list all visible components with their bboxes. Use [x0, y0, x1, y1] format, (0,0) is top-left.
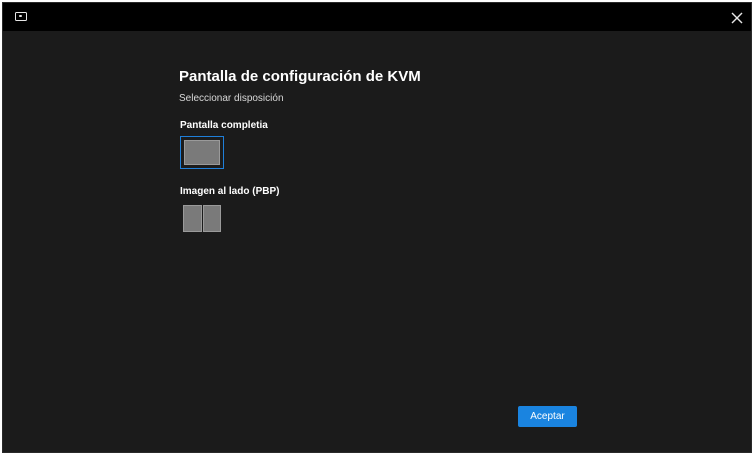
- pbp-left-panel: [183, 205, 202, 232]
- accept-button[interactable]: Aceptar: [518, 406, 577, 427]
- full-screen-layout-icon: [184, 140, 220, 165]
- title-bar: [3, 3, 751, 31]
- full-screen-label: Pantalla completia: [180, 120, 268, 131]
- pbp-label: Imagen al lado (PBP): [180, 186, 280, 197]
- monitor-icon: [15, 12, 27, 21]
- main-content: Pantalla de configuración de KVM Selecci…: [179, 67, 599, 105]
- page-title: Pantalla de configuración de KVM: [179, 68, 421, 85]
- pbp-right-panel: [202, 205, 221, 232]
- close-icon[interactable]: [729, 10, 745, 26]
- page-subtitle: Seleccionar disposición: [179, 93, 284, 104]
- pbp-layout-option[interactable]: [180, 202, 224, 235]
- full-screen-layout-option[interactable]: [180, 136, 224, 169]
- kvm-setup-window: Pantalla de configuración de KVM Selecci…: [2, 2, 752, 453]
